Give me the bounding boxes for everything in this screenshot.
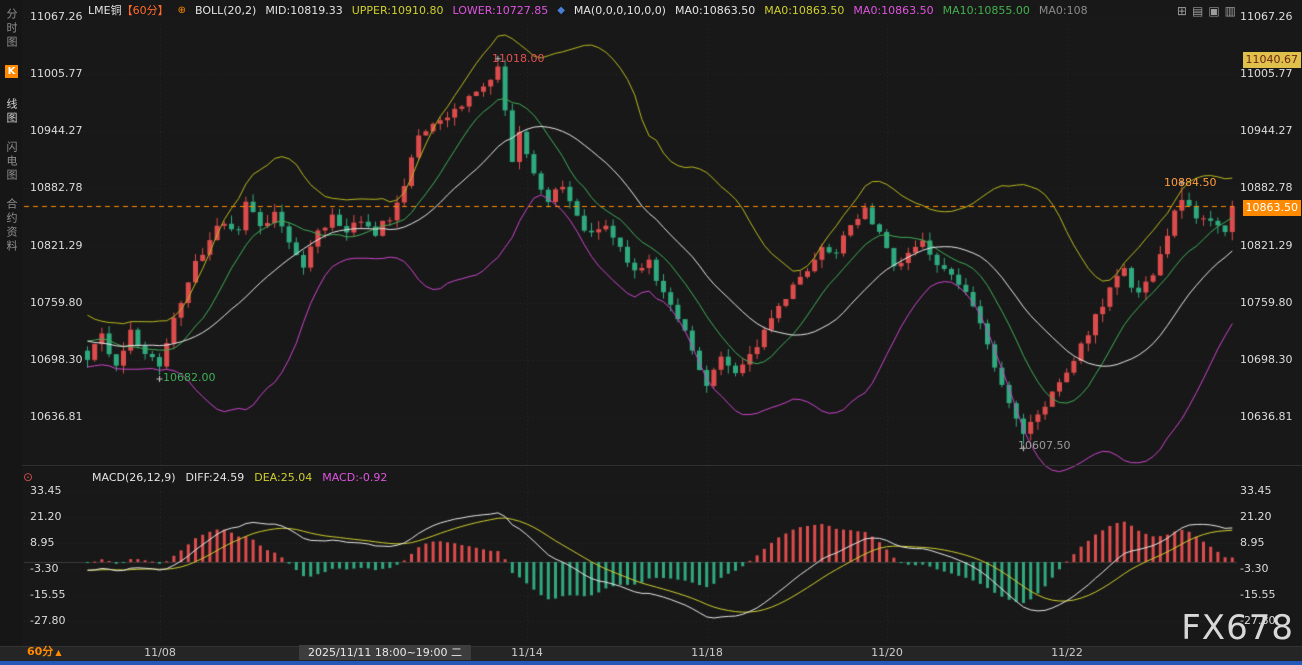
price-axis-label: 10636.81 xyxy=(30,410,83,424)
ma-value-3: MA0:10863.50 xyxy=(853,4,933,18)
symbol-name: LME铜 xyxy=(88,4,122,17)
price-axis-label: 10698.30 xyxy=(30,353,83,367)
peak-price-annotation: 11018.00 xyxy=(492,52,545,65)
boll-upper-value: UPPER:10910.80 xyxy=(352,4,444,18)
price-axis-label: 11067.26 xyxy=(30,10,83,24)
bottom-accent-bar xyxy=(0,661,1302,665)
ma-value-2: MA0:10863.50 xyxy=(764,4,844,18)
macd-axis-label: -15.55 xyxy=(30,588,65,602)
price-axis-label: 10821.29 xyxy=(1240,239,1293,253)
macd-axis-label: -27.80 xyxy=(30,614,65,628)
period-value: 60分 xyxy=(27,645,53,658)
sidebar-item-kline-label: 线图 xyxy=(5,98,18,126)
add-panel-icon[interactable]: ⊞ xyxy=(1177,4,1187,18)
macd-hist-value: MACD:-0.92 xyxy=(322,471,387,484)
boll-lower-value: LOWER:10727.85 xyxy=(452,4,548,18)
chart-toolbar-icons: ⊞ ▤ ▣ ▥ xyxy=(1177,4,1236,18)
columns-layout-icon[interactable]: ▥ xyxy=(1225,4,1236,18)
maximize-icon[interactable]: ▣ xyxy=(1208,4,1219,18)
ma-value-5: MA0:108 xyxy=(1039,4,1088,18)
sidebar-item-time-chart[interactable]: 分时图 xyxy=(1,8,21,50)
bottom-low-annotation: 10607.50 xyxy=(1018,439,1071,452)
macd-axis-label: -3.30 xyxy=(1240,562,1268,576)
price-axis-label: 10821.29 xyxy=(30,239,83,253)
macd-axis-label: 8.95 xyxy=(1240,536,1265,550)
boll-mid-value: MID:10819.33 xyxy=(265,4,342,18)
macd-axis-label: 21.20 xyxy=(30,510,62,524)
time-tick: 11/18 xyxy=(691,646,723,659)
price-axis-label: 11005.77 xyxy=(30,67,83,81)
price-axis-label: 10944.27 xyxy=(1240,124,1293,138)
time-tick: 11/20 xyxy=(871,646,903,659)
macd-axis-label: 33.45 xyxy=(30,484,62,498)
panel-divider xyxy=(22,465,1302,466)
macd-name: MACD(26,12,9) xyxy=(92,471,176,484)
price-axis-label: 10944.27 xyxy=(30,124,83,138)
macd-axis-label: 8.95 xyxy=(30,536,55,550)
boll-name: BOLL(20,2) xyxy=(195,4,256,18)
macd-axis-label: 21.20 xyxy=(1240,510,1272,524)
ma-value-1: MA0:10863.50 xyxy=(675,4,755,18)
period-arrow-icon: ▲ xyxy=(55,648,61,657)
time-tick: 11/22 xyxy=(1051,646,1083,659)
early-low-annotation: 10682.00 xyxy=(163,371,216,384)
chart-settings-icon[interactable]: ⊕ xyxy=(178,4,186,18)
macd-axis-label: -15.55 xyxy=(1240,588,1275,602)
kline-chart-canvas[interactable] xyxy=(0,0,1302,665)
sidebar-item-lightning-chart[interactable]: 闪电图 xyxy=(1,141,21,183)
price-axis-label: 11067.26 xyxy=(1240,10,1293,24)
symbol-period[interactable]: LME铜【60分】 xyxy=(88,4,169,18)
price-axis-label: 10759.80 xyxy=(30,296,83,310)
time-axis-bar xyxy=(0,646,1302,661)
macd-settings-icon[interactable]: ⊙ xyxy=(23,470,33,484)
macd-axis-label: 33.45 xyxy=(1240,484,1272,498)
last-price-badge: 10863.50 xyxy=(1243,200,1302,216)
grid-layout-icon[interactable]: ▤ xyxy=(1192,4,1203,18)
price-axis-label: 10882.78 xyxy=(1240,181,1293,195)
watermark: FX678 xyxy=(1181,608,1294,648)
period-label: 【60分】 xyxy=(122,4,169,17)
price-axis-label: 10698.30 xyxy=(1240,353,1293,367)
time-tick: 11/08 xyxy=(144,646,176,659)
ma-value-4: MA10:10855.00 xyxy=(943,4,1030,18)
price-axis-label: 10882.78 xyxy=(30,181,83,195)
time-tick: 11/14 xyxy=(511,646,543,659)
recent-high-annotation: 10884.50 xyxy=(1164,176,1217,189)
price-axis-label: 10759.80 xyxy=(1240,296,1293,310)
sidebar-item-contract-info[interactable]: 合约资料 xyxy=(1,198,21,254)
price-axis-label: 10636.81 xyxy=(1240,410,1293,424)
ma-settings-icon[interactable]: ◆ xyxy=(557,4,565,18)
macd-axis-label: -3.30 xyxy=(30,562,58,576)
reference-price-badge: 11040.67 xyxy=(1243,52,1302,68)
macd-legend: MACD(26,12,9) DIFF:24.59 DEA:25.04 MACD:… xyxy=(92,471,387,484)
price-axis-label: 11005.77 xyxy=(1240,67,1293,81)
macd-dea-value: DEA:25.04 xyxy=(254,471,312,484)
selected-time-label: 2025/11/11 18:00~19:00 二 xyxy=(299,645,471,660)
sidebar-item-kline-chart[interactable]: K 线图 xyxy=(1,65,21,126)
macd-diff-value: DIFF:24.59 xyxy=(186,471,245,484)
kline-k-badge-icon: K xyxy=(5,65,18,78)
left-sidebar: 分时图 K 线图 闪电图 合约资料 xyxy=(0,0,22,645)
period-selector[interactable]: 60分▲ xyxy=(27,643,61,659)
indicator-legend: LME铜【60分】 ⊕ BOLL(20,2) MID:10819.33 UPPE… xyxy=(88,4,1088,18)
ma-name: MA(0,0,0,10,0,0) xyxy=(574,4,666,18)
